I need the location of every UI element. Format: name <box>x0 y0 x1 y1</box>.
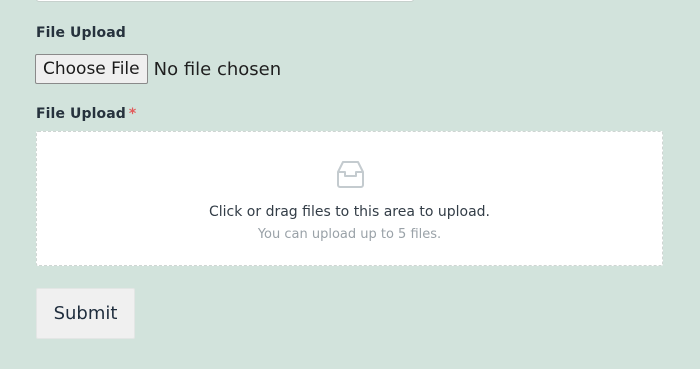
upload-dropzone[interactable]: Click or drag files to this area to uplo… <box>36 131 663 266</box>
choose-file-button[interactable]: Choose File <box>35 54 148 84</box>
dropzone-title: Click or drag files to this area to uplo… <box>208 204 490 220</box>
inbox-icon <box>337 161 364 188</box>
file-status-text: No file chosen <box>153 58 282 80</box>
native-file-input: Choose File No file chosen <box>35 54 281 84</box>
previous-input-field[interactable] <box>36 0 414 2</box>
required-asterisk: * <box>128 106 137 122</box>
submit-button[interactable]: Submit <box>36 288 135 339</box>
file-upload-label: File Upload <box>36 25 126 41</box>
file-upload-dropzone-label-text: File Upload <box>36 106 126 122</box>
dropzone-hint: You can upload up to 5 files. <box>257 227 442 242</box>
file-upload-label-text: File Upload <box>36 25 126 41</box>
file-upload-dropzone-label: File Upload * <box>36 106 136 122</box>
